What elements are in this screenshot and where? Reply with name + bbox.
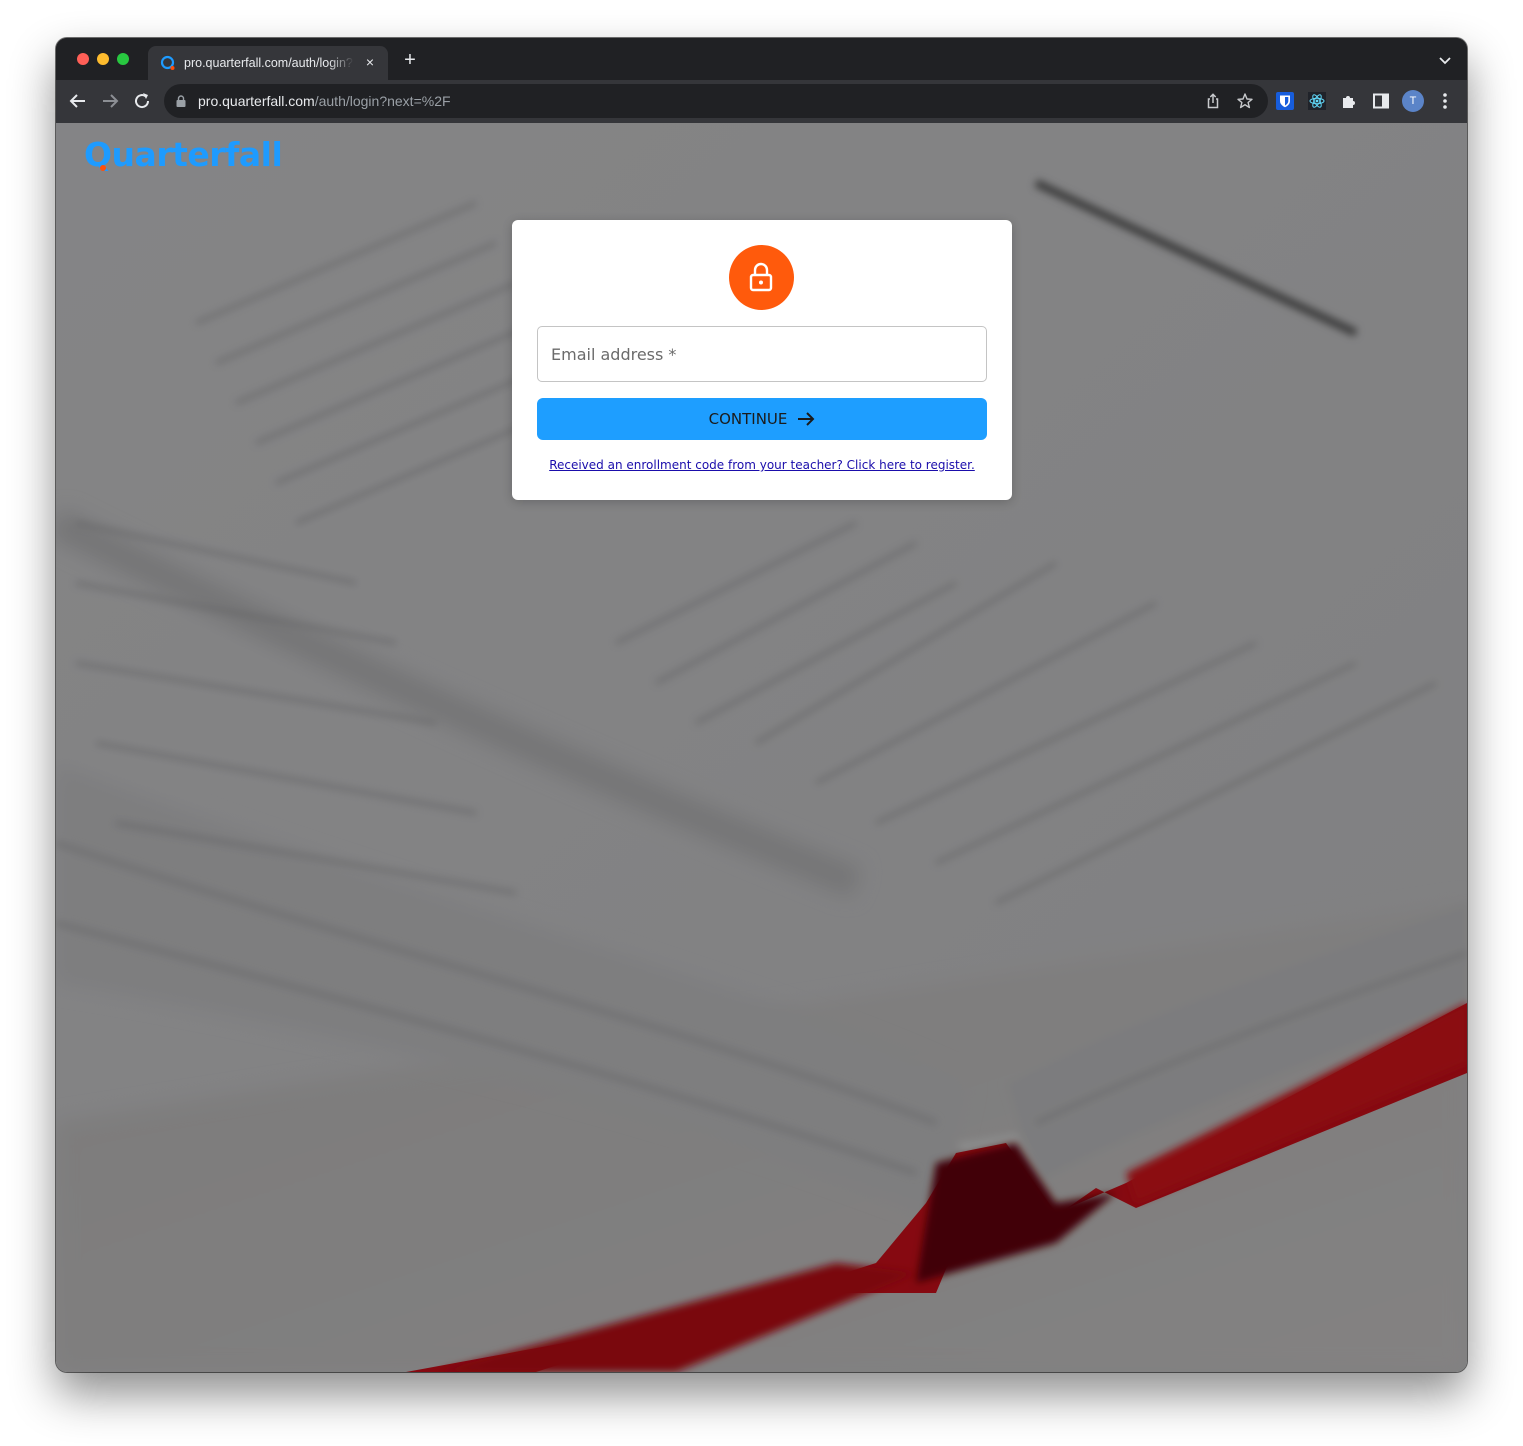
back-icon[interactable] <box>67 90 89 112</box>
register-link[interactable]: Received an enrollment code from your te… <box>512 458 1012 472</box>
logo-text: Quarterfall <box>84 135 283 174</box>
close-window-button[interactable] <box>77 53 89 65</box>
url-host: pro.quarterfall.com <box>198 93 315 109</box>
share-icon[interactable] <box>1204 92 1222 110</box>
quarterfall-icon <box>160 55 175 70</box>
continue-button[interactable]: CONTINUE <box>537 398 987 440</box>
email-field[interactable] <box>537 326 987 382</box>
tab-title: pro.quarterfall.com/auth/login?next=%2F <box>184 56 354 70</box>
minimize-window-button[interactable] <box>97 53 109 65</box>
tab-bar: pro.quarterfall.com/auth/login?next=%2F … <box>56 38 1467 80</box>
tab-search-chevron-icon[interactable] <box>1437 52 1453 68</box>
quarterfall-logo[interactable]: Quarterfall <box>84 135 283 174</box>
lock-icon <box>749 262 773 292</box>
new-tab-button[interactable]: + <box>400 50 420 70</box>
tab-close-icon[interactable]: × <box>362 54 378 70</box>
arrow-right-icon <box>798 412 815 426</box>
lock-icon <box>176 95 186 107</box>
continue-label: CONTINUE <box>708 410 788 428</box>
browser-window: pro.quarterfall.com/auth/login?next=%2F … <box>56 38 1467 1372</box>
side-panel-icon[interactable] <box>1372 92 1390 110</box>
url-text[interactable]: pro.quarterfall.com/auth/login?next=%2F <box>198 93 451 109</box>
page-viewport: Quarterfall CONTINUE Received an e <box>56 123 1467 1372</box>
reload-icon[interactable] <box>131 90 153 112</box>
bitwarden-icon[interactable] <box>1276 92 1294 110</box>
email-input[interactable] <box>538 327 986 381</box>
browser-toolbar: pro.quarterfall.com/auth/login?next=%2F <box>56 80 1467 123</box>
login-card: CONTINUE Received an enrollment code fro… <box>512 220 1012 500</box>
lock-badge <box>729 245 794 310</box>
browser-tab[interactable]: pro.quarterfall.com/auth/login?next=%2F … <box>148 46 388 80</box>
react-devtools-icon[interactable] <box>1308 92 1326 110</box>
extensions-icon[interactable] <box>1340 92 1358 110</box>
logo-dot <box>100 165 106 171</box>
more-menu-icon[interactable] <box>1439 91 1451 111</box>
star-icon[interactable] <box>1236 92 1254 110</box>
forward-icon[interactable] <box>99 90 121 112</box>
maximize-window-button[interactable] <box>117 53 129 65</box>
profile-avatar[interactable]: T <box>1402 90 1424 112</box>
url-path: /auth/login?next=%2F <box>314 93 451 109</box>
address-bar[interactable]: pro.quarterfall.com/auth/login?next=%2F <box>164 84 1268 118</box>
